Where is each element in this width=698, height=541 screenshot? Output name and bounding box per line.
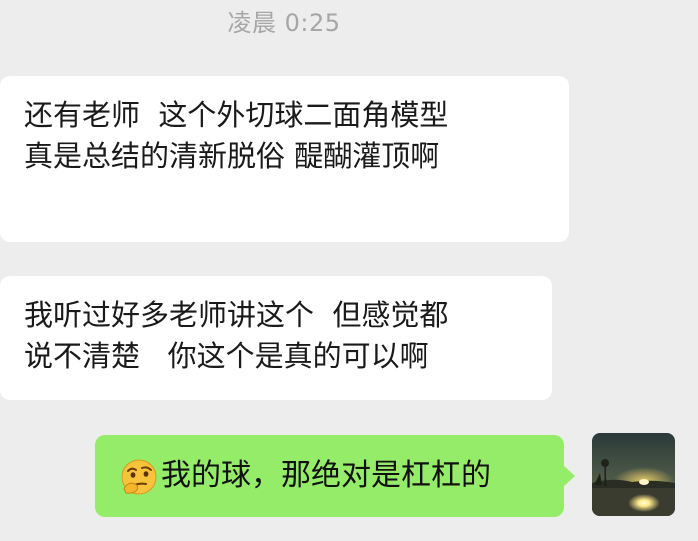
message-text: 我的球，那绝对是杠杠的 [161,458,491,493]
incoming-message-bubble[interactable]: 我听过好多老师讲这个 但感觉都 说不清楚 你这个是真的可以啊 [0,276,552,400]
user-avatar[interactable] [592,433,675,516]
incoming-message-bubble[interactable]: 还有老师 这个外切球二面角模型 真是总结的清新脱俗 醍醐灌顶啊 [0,76,569,242]
message-text-line: 说不清楚 你这个是真的可以啊 [24,339,429,373]
thinking-face-emoji-icon [121,459,157,495]
bubble-tail [563,465,575,487]
message-text-line: 我听过好多老师讲这个 但感觉都 [24,298,449,332]
message-text-line: 还有老师 这个外切球二面角模型 [24,98,449,132]
message-text-line: 真是总结的清新脱俗 醍醐灌顶啊 [24,139,440,173]
outgoing-message-bubble[interactable]: 我的球，那绝对是杠杠的 [95,435,575,517]
sunset-landscape-avatar-icon [592,433,675,516]
message-timestamp: 凌晨 0:25 [227,9,341,37]
